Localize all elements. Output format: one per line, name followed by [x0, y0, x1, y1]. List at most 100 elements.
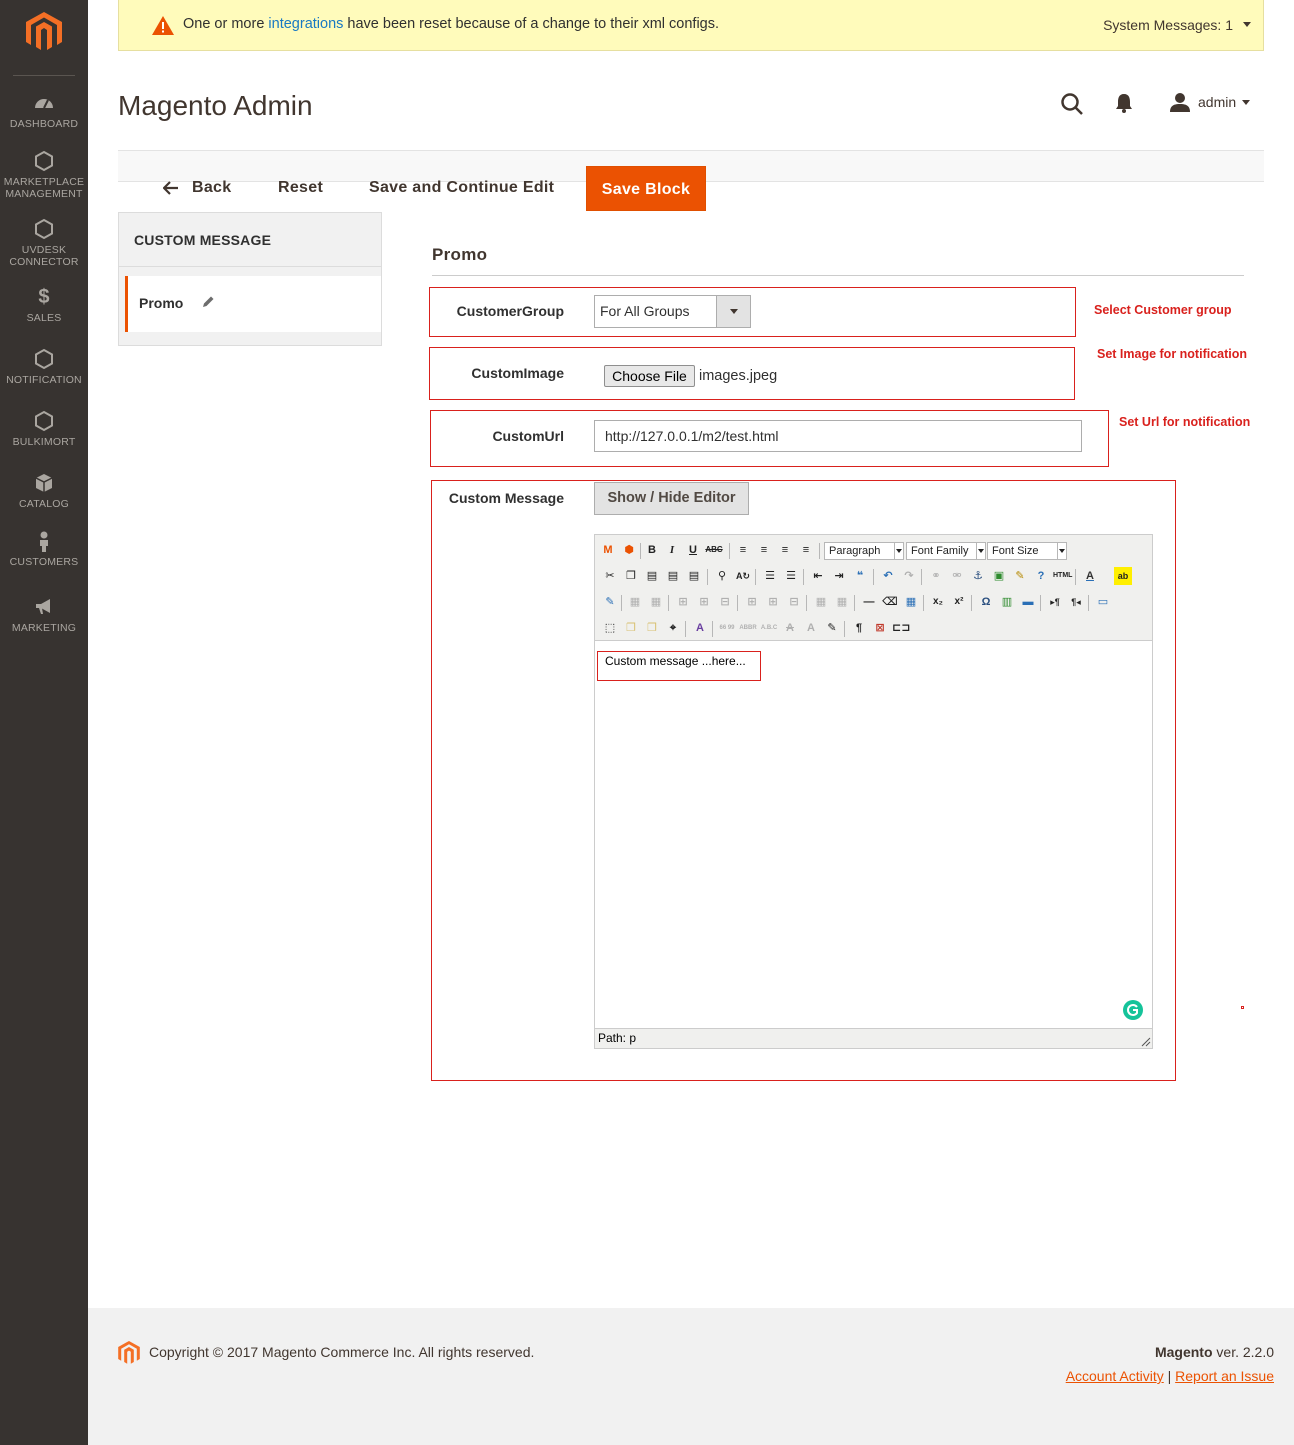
editor-content[interactable]: Custom message ...here...: [605, 654, 746, 668]
text-color-icon[interactable]: A: [1081, 567, 1099, 585]
strikethrough-icon[interactable]: ABC: [705, 541, 723, 559]
show-hide-editor-button[interactable]: Show / Hide Editor: [594, 482, 749, 515]
visual-chars-icon[interactable]: ¶: [850, 619, 868, 637]
nav-notification[interactable]: NOTIFICATION: [0, 348, 88, 386]
advhr-icon[interactable]: ▬: [1019, 593, 1037, 611]
cut-icon[interactable]: ✂: [601, 567, 619, 585]
align-justify-icon[interactable]: ≡: [797, 541, 815, 559]
insert-row-before-icon[interactable]: ⊞: [674, 593, 692, 611]
integrations-link[interactable]: integrations: [268, 16, 343, 32]
italic-icon[interactable]: I: [663, 541, 681, 559]
rtl-icon[interactable]: ¶◂: [1067, 593, 1085, 611]
save-and-continue-button[interactable]: Save and Continue Edit: [369, 179, 554, 197]
magento-widget-icon[interactable]: M: [599, 541, 617, 559]
bold-icon[interactable]: B: [643, 541, 661, 559]
table-icon[interactable]: ▦: [902, 593, 920, 611]
nav-sales[interactable]: $ SALES: [0, 286, 88, 324]
redo-icon[interactable]: ↷: [900, 567, 918, 585]
nav-dashboard[interactable]: DASHBOARD: [0, 92, 88, 130]
link-icon[interactable]: ⚭: [927, 567, 945, 585]
move-forward-icon[interactable]: ❐: [622, 619, 640, 637]
align-center-icon[interactable]: ≡: [755, 541, 773, 559]
blockquote-icon[interactable]: ❝: [851, 567, 869, 585]
cite-icon[interactable]: 66 99: [718, 619, 736, 637]
align-left-icon[interactable]: ≡: [734, 541, 752, 559]
image-icon[interactable]: ▣: [990, 567, 1008, 585]
outdent-icon[interactable]: ⇤: [809, 567, 827, 585]
highlight-color-icon[interactable]: ab: [1114, 567, 1132, 585]
help-icon[interactable]: ?: [1032, 567, 1050, 585]
delete-col-icon[interactable]: ⊟: [785, 593, 803, 611]
split-cells-icon[interactable]: ▦: [812, 593, 830, 611]
del-icon[interactable]: A: [781, 619, 799, 637]
arrow-left-icon[interactable]: [163, 181, 179, 195]
superscript-icon[interactable]: x²: [950, 593, 968, 611]
pagebreak-icon[interactable]: ⊏⊐: [892, 619, 910, 637]
align-right-icon[interactable]: ≡: [776, 541, 794, 559]
horizontal-rule-icon[interactable]: —: [860, 593, 878, 611]
nav-uvdesk-connector[interactable]: UVDESK CONNECTOR: [0, 218, 88, 268]
media-icon[interactable]: ▥: [998, 593, 1016, 611]
search-icon[interactable]: [1060, 92, 1084, 116]
edit-style-icon[interactable]: ✎: [601, 593, 619, 611]
ltr-icon[interactable]: ▸¶: [1046, 593, 1064, 611]
magento-logo-icon[interactable]: [26, 12, 62, 52]
fullscreen-icon[interactable]: ▭: [1094, 593, 1112, 611]
acronym-icon[interactable]: A.B.C: [760, 619, 778, 637]
paste-word-icon[interactable]: ▤: [685, 567, 703, 585]
select-arrow[interactable]: [716, 296, 750, 327]
row-props-icon[interactable]: ▦: [626, 593, 644, 611]
save-block-button[interactable]: Save Block: [586, 166, 706, 211]
delete-row-icon[interactable]: ⊟: [716, 593, 734, 611]
tab-promo[interactable]: Promo: [125, 276, 381, 332]
user-menu[interactable]: admin: [1198, 94, 1236, 110]
insert-col-after-icon[interactable]: ⊞: [764, 593, 782, 611]
attributes-icon[interactable]: ✎: [823, 619, 841, 637]
system-messages-toggle[interactable]: System Messages: 1: [1103, 17, 1233, 33]
cell-props-icon[interactable]: ▦: [647, 593, 665, 611]
undo-icon[interactable]: ↶: [879, 567, 897, 585]
paste-text-icon[interactable]: ▤: [664, 567, 682, 585]
numbered-list-icon[interactable]: ☰: [782, 567, 800, 585]
abbr-icon[interactable]: ABBR: [739, 619, 757, 637]
user-icon[interactable]: [1170, 92, 1190, 112]
chevron-down-icon[interactable]: [1243, 22, 1251, 27]
indent-icon[interactable]: ⇥: [830, 567, 848, 585]
back-button[interactable]: Back: [192, 179, 231, 197]
remove-format-icon[interactable]: ⌫: [881, 593, 899, 611]
paragraph-format-select[interactable]: Paragraph: [824, 542, 904, 560]
html-source-icon[interactable]: HTML: [1053, 567, 1072, 585]
nav-catalog[interactable]: CATALOG: [0, 472, 88, 510]
special-char-icon[interactable]: Ω: [977, 593, 995, 611]
unlink-icon[interactable]: ⚮: [948, 567, 966, 585]
resize-handle-icon[interactable]: [1141, 1037, 1151, 1047]
copy-icon[interactable]: ❐: [622, 567, 640, 585]
ins-icon[interactable]: A: [802, 619, 820, 637]
nav-marketplace-management[interactable]: MARKETPLACE MANAGEMENT: [0, 150, 88, 200]
find-icon[interactable]: ⚲: [713, 567, 731, 585]
chevron-down-icon[interactable]: [1242, 100, 1250, 105]
anchor-icon[interactable]: ⚓: [969, 567, 987, 585]
subscript-icon[interactable]: x₂: [929, 593, 947, 611]
absolute-icon[interactable]: ⌖: [664, 619, 682, 637]
underline-icon[interactable]: U: [684, 541, 702, 559]
bullet-list-icon[interactable]: ☰: [761, 567, 779, 585]
bell-icon[interactable]: [1115, 93, 1133, 113]
customer-group-select[interactable]: For All Groups: [594, 295, 751, 328]
insert-variable-icon[interactable]: ⬢: [620, 541, 638, 559]
move-backward-icon[interactable]: ❐: [643, 619, 661, 637]
reset-button[interactable]: Reset: [278, 179, 323, 197]
insert-col-before-icon[interactable]: ⊞: [743, 593, 761, 611]
nav-marketing[interactable]: MARKETING: [0, 596, 88, 634]
insert-row-after-icon[interactable]: ⊞: [695, 593, 713, 611]
custom-url-input[interactable]: http://127.0.0.1/m2/test.html: [594, 420, 1082, 452]
insert-layer-icon[interactable]: ⬚: [601, 619, 619, 637]
font-family-select[interactable]: Font Family: [906, 542, 986, 560]
font-size-select[interactable]: Font Size: [987, 542, 1067, 560]
nav-bulkimort[interactable]: BULKIMORT: [0, 410, 88, 448]
grammarly-icon[interactable]: [1122, 999, 1144, 1021]
account-activity-link[interactable]: Account Activity: [1066, 1368, 1164, 1384]
merge-cells-icon[interactable]: ▦: [833, 593, 851, 611]
styleprops-icon[interactable]: A: [691, 619, 709, 637]
cleanup-icon[interactable]: ✎: [1011, 567, 1029, 585]
